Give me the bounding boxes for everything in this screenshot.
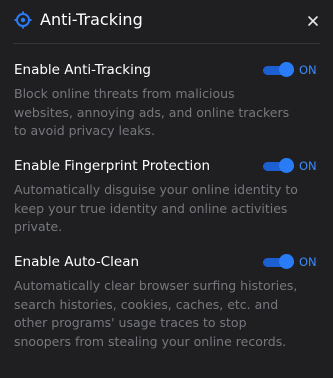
description-line: to avoid privacy leaks. — [14, 123, 156, 138]
toggle-knob — [279, 158, 294, 173]
description-line: Automatically disguise your online ident… — [14, 182, 298, 197]
toggle-state-label: ON — [299, 255, 317, 269]
auto-clean-toggle[interactable]: ON — [263, 253, 320, 271]
fingerprint-protection-toggle[interactable]: ON — [263, 157, 320, 175]
anti-tracking-panel: Anti-Tracking Enable Anti-Tracking ON Bl… — [0, 0, 333, 378]
description-line: Block online threats from malicious — [14, 86, 235, 101]
description-line: search histories, cookies, caches, etc. … — [14, 296, 279, 312]
description-line: private. — [14, 219, 63, 234]
description-line: keep your true identity and online activ… — [14, 200, 288, 216]
header-divider — [13, 43, 320, 44]
toggle-state-label: ON — [299, 63, 317, 77]
description-line: Automatically clear browser surfing hist… — [14, 278, 298, 293]
panel-header: Anti-Tracking — [0, 0, 333, 42]
setting-description: Automatically clear browser surfing hist… — [14, 277, 324, 351]
setting-label: Enable Fingerprint Protection — [14, 158, 211, 174]
toggle-knob — [279, 254, 294, 269]
toggle-knob — [279, 62, 294, 77]
description-line: websites, annoying ads, and online track… — [14, 104, 290, 120]
description-line: snoopers from stealing your online recor… — [14, 333, 287, 349]
setting-description: Block online threats from malicious webs… — [14, 85, 324, 141]
setting-description: Automatically disguise your online ident… — [14, 181, 324, 237]
description-line: other programs' usage traces to stop — [14, 315, 247, 330]
panel-title: Anti-Tracking — [40, 10, 143, 29]
anti-tracking-toggle[interactable]: ON — [263, 61, 320, 79]
close-icon[interactable] — [305, 13, 321, 29]
setting-label: Enable Auto-Clean — [14, 254, 140, 270]
toggle-state-label: ON — [299, 159, 317, 173]
crosshair-target-icon — [14, 11, 32, 29]
setting-label: Enable Anti-Tracking — [14, 62, 151, 78]
